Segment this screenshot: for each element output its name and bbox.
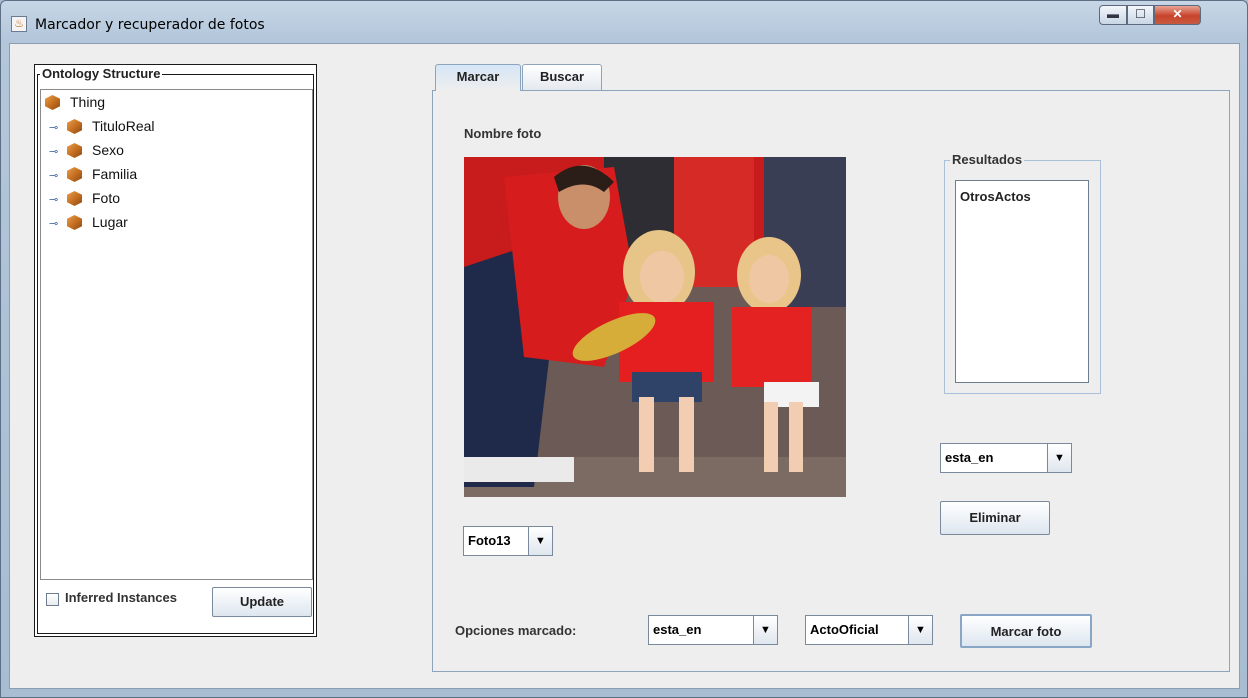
tree-node-label: Familia <box>92 166 138 182</box>
tree-node-familia[interactable]: ⊸ Familia <box>49 164 137 184</box>
tree-node-thing[interactable]: Thing <box>45 92 105 112</box>
group-border <box>313 74 314 634</box>
tree-node-label: Foto <box>92 190 121 206</box>
app-window: ♨ Marcador y recuperador de fotos ▬ ☐ ✕ … <box>0 0 1248 698</box>
class-cube-icon <box>45 95 60 110</box>
ontology-tree[interactable]: Thing ⊸ TituloReal ⊸ Sexo ⊸ Familia ⊸ Foto ⊸… <box>40 89 313 580</box>
tree-node-foto[interactable]: ⊸ Foto <box>49 188 120 208</box>
photo-image <box>464 157 846 497</box>
relation-select[interactable]: esta_en ▼ <box>940 443 1072 473</box>
class-cube-icon <box>67 143 82 158</box>
tab-marcar[interactable]: Marcar <box>435 64 521 91</box>
option-property-select[interactable]: esta_en ▼ <box>648 615 778 645</box>
tree-node-tituloreal[interactable]: ⊸ TituloReal <box>49 116 155 136</box>
group-border <box>37 74 38 634</box>
close-button[interactable]: ✕ <box>1154 5 1201 25</box>
content-pane: Ontology Structure Thing ⊸ TituloReal ⊸ Se… <box>9 43 1240 689</box>
results-legend: Resultados <box>950 152 1025 167</box>
chevron-down-icon[interactable]: ▼ <box>528 527 552 555</box>
tree-node-label: TituloReal <box>92 118 155 134</box>
results-list[interactable]: OtrosActos <box>955 180 1089 383</box>
inferred-instances-checkbox[interactable] <box>46 593 59 606</box>
tree-node-label: Thing <box>70 94 106 110</box>
expand-handle-icon[interactable]: ⊸ <box>49 214 67 234</box>
tree-node-sexo[interactable]: ⊸ Sexo <box>49 140 124 160</box>
update-button[interactable]: Update <box>212 587 312 617</box>
minimize-button[interactable]: ▬ <box>1099 5 1127 25</box>
results-group: Resultados OtrosActos <box>944 152 1101 394</box>
tree-node-label: Sexo <box>92 142 124 158</box>
option-class-value: ActoOficial <box>810 622 879 637</box>
class-cube-icon <box>67 119 82 134</box>
inferred-instances-label: Inferred Instances <box>65 590 177 605</box>
expand-handle-icon[interactable]: ⊸ <box>49 142 67 162</box>
window-title: Marcador y recuperador de fotos <box>35 17 265 33</box>
expand-handle-icon[interactable]: ⊸ <box>49 166 67 186</box>
photo-select[interactable]: Foto13 ▼ <box>463 526 553 556</box>
group-border <box>37 633 314 634</box>
mark-photo-button[interactable]: Marcar foto <box>960 614 1092 648</box>
expand-handle-icon[interactable]: ⊸ <box>49 118 67 138</box>
photo-name-label: Nombre foto <box>464 126 542 141</box>
class-cube-icon <box>67 215 82 230</box>
photo-preview <box>464 157 846 497</box>
maximize-button[interactable]: ☐ <box>1127 5 1154 25</box>
chevron-down-icon[interactable]: ▼ <box>753 616 777 644</box>
title-bar[interactable]: ♨ Marcador y recuperador de fotos ▬ ☐ ✕ <box>1 1 1247 43</box>
ontology-legend: Ontology Structure <box>40 66 163 81</box>
ontology-panel: Ontology Structure Thing ⊸ TituloReal ⊸ Se… <box>34 64 317 637</box>
marcar-panel: Nombre foto Foto13 ▼ Resultados OtrosAct… <box>432 90 1230 672</box>
relation-select-value: esta_en <box>945 450 994 465</box>
tree-node-label: Lugar <box>92 214 128 230</box>
java-app-icon: ♨ <box>11 16 27 32</box>
chevron-down-icon[interactable]: ▼ <box>908 616 932 644</box>
options-label: Opciones marcado: <box>455 623 577 638</box>
class-cube-icon <box>67 167 82 182</box>
chevron-down-icon[interactable]: ▼ <box>1047 444 1071 472</box>
expand-handle-icon[interactable]: ⊸ <box>49 190 67 210</box>
option-class-select[interactable]: ActoOficial ▼ <box>805 615 933 645</box>
tree-node-lugar[interactable]: ⊸ Lugar <box>49 212 128 232</box>
tab-buscar[interactable]: Buscar <box>522 64 602 90</box>
class-cube-icon <box>67 191 82 206</box>
photo-select-value: Foto13 <box>468 533 511 548</box>
list-item[interactable]: OtrosActos <box>960 189 1031 204</box>
option-property-value: esta_en <box>653 622 702 637</box>
delete-button[interactable]: Eliminar <box>940 501 1050 535</box>
